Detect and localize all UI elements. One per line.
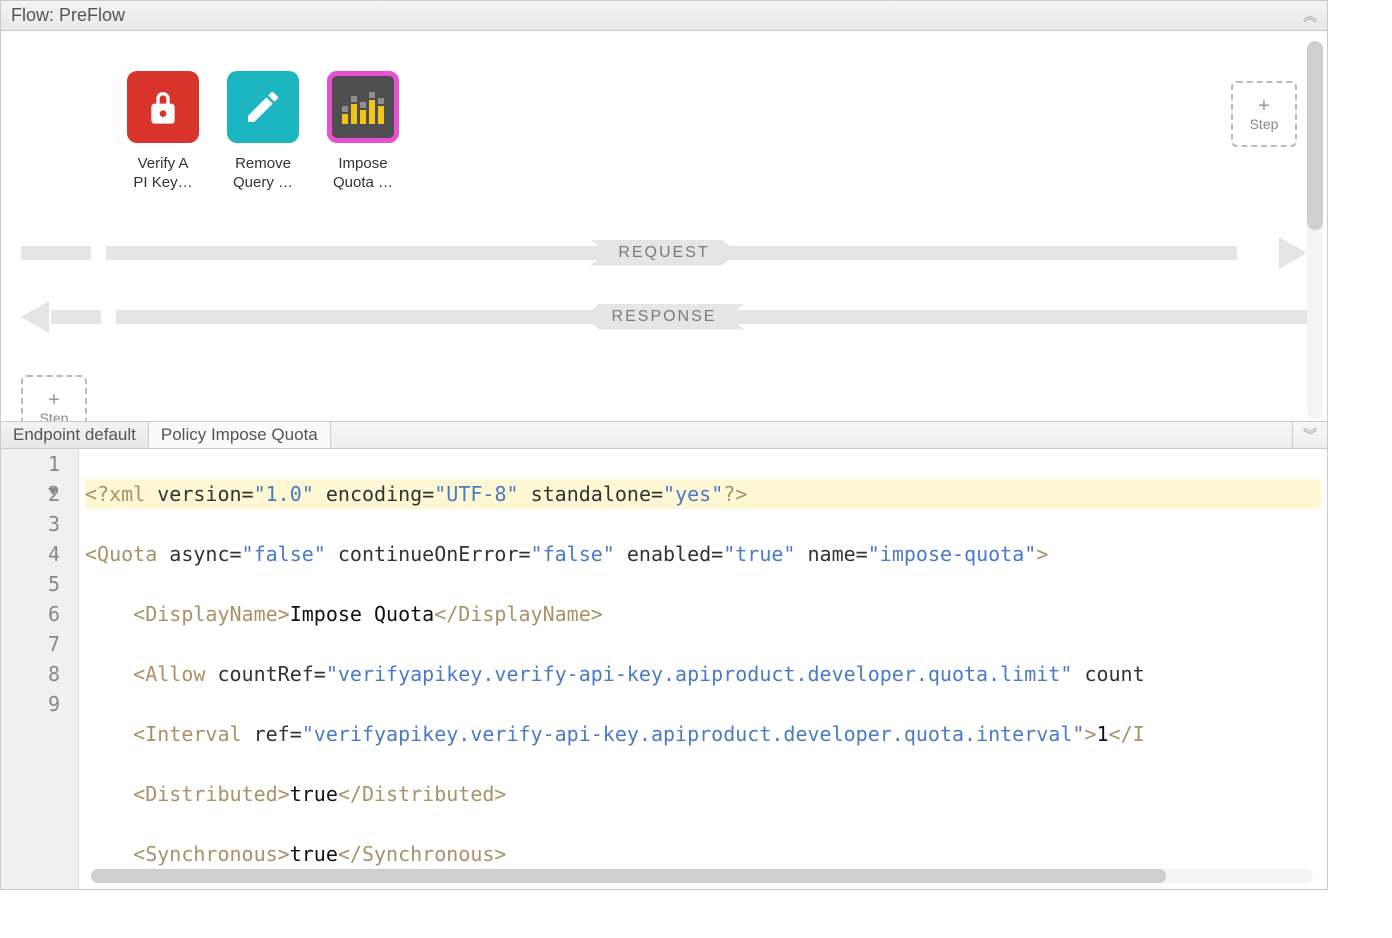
policies-row: Verify API Key… RemoveQuery … (1, 31, 1327, 193)
scrollbar-thumb[interactable] (1307, 41, 1323, 230)
flow-header: Flow: PreFlow ︽ (1, 1, 1327, 31)
tab-policy[interactable]: Policy Impose Quota (149, 422, 331, 448)
request-lane: REQUEST (21, 239, 1307, 267)
response-lane: RESPONSE (21, 303, 1307, 331)
add-step-response[interactable]: + Step (21, 375, 87, 421)
policy-remove-query[interactable]: RemoveQuery … (221, 71, 305, 193)
expand-icon[interactable]: ︾ (1292, 422, 1327, 448)
collapse-icon[interactable]: ︽ (1303, 12, 1317, 20)
barchart-icon (327, 71, 399, 143)
add-step-request[interactable]: + Step (1231, 81, 1297, 147)
fold-icon[interactable] (48, 488, 58, 495)
policy-verify-api-key[interactable]: Verify API Key… (121, 71, 205, 193)
arrow-left-icon (21, 301, 49, 333)
policy-label: Verify API Key… (121, 155, 205, 193)
plus-icon: + (48, 390, 60, 410)
arrow-right-icon (1279, 237, 1307, 269)
vertical-scrollbar[interactable] (1307, 41, 1323, 419)
response-label: RESPONSE (584, 304, 745, 330)
request-label: REQUEST (590, 240, 737, 266)
horizontal-scrollbar[interactable] (91, 869, 1313, 883)
code-area[interactable]: <?xml version="1.0" encoding="UTF-8" sta… (79, 449, 1327, 889)
policy-impose-quota[interactable]: ImposeQuota … (321, 71, 405, 193)
lock-icon (127, 71, 199, 143)
scrollbar-thumb[interactable] (91, 869, 1166, 883)
flow-pane: Verify API Key… RemoveQuery … (1, 31, 1327, 421)
code-editor[interactable]: 1 2 3 4 5 6 7 8 9 <?xml version="1.0" en… (1, 449, 1327, 889)
line-gutter: 1 2 3 4 5 6 7 8 9 (1, 449, 79, 889)
flow-title: Flow: PreFlow (11, 5, 125, 26)
tab-endpoint[interactable]: Endpoint default (1, 422, 149, 448)
plus-icon: + (1258, 96, 1270, 116)
app-window: Flow: PreFlow ︽ Verify API Key… RemoveQu… (0, 0, 1328, 890)
policy-label: ImposeQuota … (321, 155, 405, 193)
pencil-icon (227, 71, 299, 143)
policy-label: RemoveQuery … (221, 155, 305, 193)
editor-tabs: Endpoint default Policy Impose Quota ︾ (1, 421, 1327, 449)
